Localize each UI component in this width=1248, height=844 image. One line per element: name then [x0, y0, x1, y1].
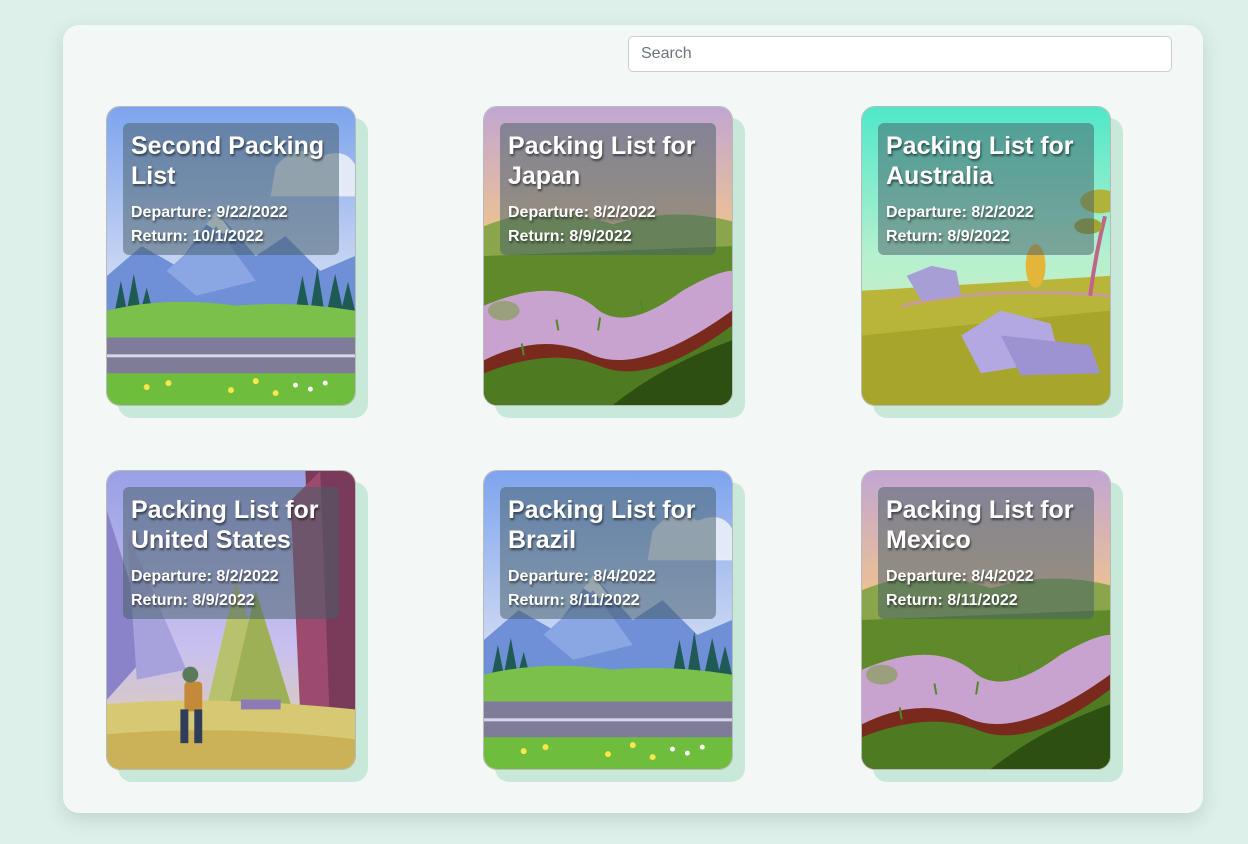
- return-date: Return: 10/1/2022: [131, 225, 331, 249]
- departure-date: Departure: 8/4/2022: [886, 565, 1086, 589]
- card-info-overlay: Packing List for Mexico Departure: 8/4/20…: [878, 487, 1094, 619]
- departure-label: Departure:: [131, 568, 212, 585]
- departure-label: Departure:: [886, 204, 967, 221]
- return-label: Return:: [886, 228, 943, 245]
- return-value: 8/11/2022: [947, 592, 1018, 609]
- departure-date: Departure: 8/2/2022: [131, 565, 331, 589]
- return-value: 8/9/2022: [947, 228, 1010, 245]
- card-info-overlay: Packing List for United States Departure:…: [123, 487, 339, 619]
- departure-value: 8/2/2022: [971, 204, 1034, 221]
- departure-date: Departure: 8/2/2022: [508, 201, 708, 225]
- card-title: Packing List for Brazil: [508, 496, 696, 554]
- departure-value: 8/4/2022: [593, 568, 656, 585]
- card-title: Packing List for United States: [131, 496, 319, 554]
- card-info-overlay: Second Packing List Departure: 9/22/2022 R…: [123, 123, 339, 255]
- card-title: Packing List for Japan: [508, 132, 696, 190]
- return-label: Return:: [131, 228, 188, 245]
- packing-list-card[interactable]: Packing List for Australia Departure: 8/2…: [861, 106, 1111, 406]
- return-label: Return:: [508, 592, 565, 609]
- packing-list-card[interactable]: Packing List for Mexico Departure: 8/4/20…: [861, 470, 1111, 770]
- departure-date: Departure: 8/2/2022: [886, 201, 1086, 225]
- packing-list-card[interactable]: Packing List for Brazil Departure: 8/4/20…: [483, 470, 733, 770]
- return-value: 10/1/2022: [192, 228, 264, 245]
- card-info-overlay: Packing List for Brazil Departure: 8/4/20…: [500, 487, 716, 619]
- return-date: Return: 8/11/2022: [508, 589, 708, 613]
- packing-list-card[interactable]: Second Packing List Departure: 9/22/2022 R…: [106, 106, 356, 406]
- departure-date: Departure: 9/22/2022: [131, 201, 331, 225]
- card-title: Second Packing List: [131, 132, 325, 190]
- return-value: 8/9/2022: [569, 228, 632, 245]
- return-label: Return:: [508, 228, 565, 245]
- card-info-overlay: Packing List for Japan Departure: 8/2/202…: [500, 123, 716, 255]
- departure-label: Departure:: [508, 568, 589, 585]
- return-label: Return:: [886, 592, 943, 609]
- departure-label: Departure:: [886, 568, 967, 585]
- return-date: Return: 8/9/2022: [508, 225, 708, 249]
- departure-value: 8/2/2022: [593, 204, 656, 221]
- return-date: Return: 8/11/2022: [886, 589, 1086, 613]
- card-title: Packing List for Australia: [886, 132, 1074, 190]
- main-panel: Second Packing ListDeparture: 9/22/2022R…: [63, 25, 1203, 813]
- departure-date: Departure: 8/4/2022: [508, 565, 708, 589]
- card-info-overlay: Packing List for Australia Departure: 8/2…: [878, 123, 1094, 255]
- departure-value: 9/22/2022: [216, 204, 288, 221]
- return-date: Return: 8/9/2022: [886, 225, 1086, 249]
- return-date: Return: 8/9/2022: [131, 589, 331, 613]
- return-value: 8/9/2022: [192, 592, 255, 609]
- return-value: 8/11/2022: [569, 592, 640, 609]
- packing-list-card[interactable]: Packing List for Japan Departure: 8/2/202…: [483, 106, 733, 406]
- search-input[interactable]: [628, 36, 1172, 72]
- departure-value: 8/2/2022: [216, 568, 279, 585]
- departure-label: Departure:: [508, 204, 589, 221]
- card-title: Packing List for Mexico: [886, 496, 1074, 554]
- departure-value: 8/4/2022: [971, 568, 1034, 585]
- return-label: Return:: [131, 592, 188, 609]
- packing-list-card[interactable]: Packing List for United States Departure:…: [106, 470, 356, 770]
- departure-label: Departure:: [131, 204, 212, 221]
